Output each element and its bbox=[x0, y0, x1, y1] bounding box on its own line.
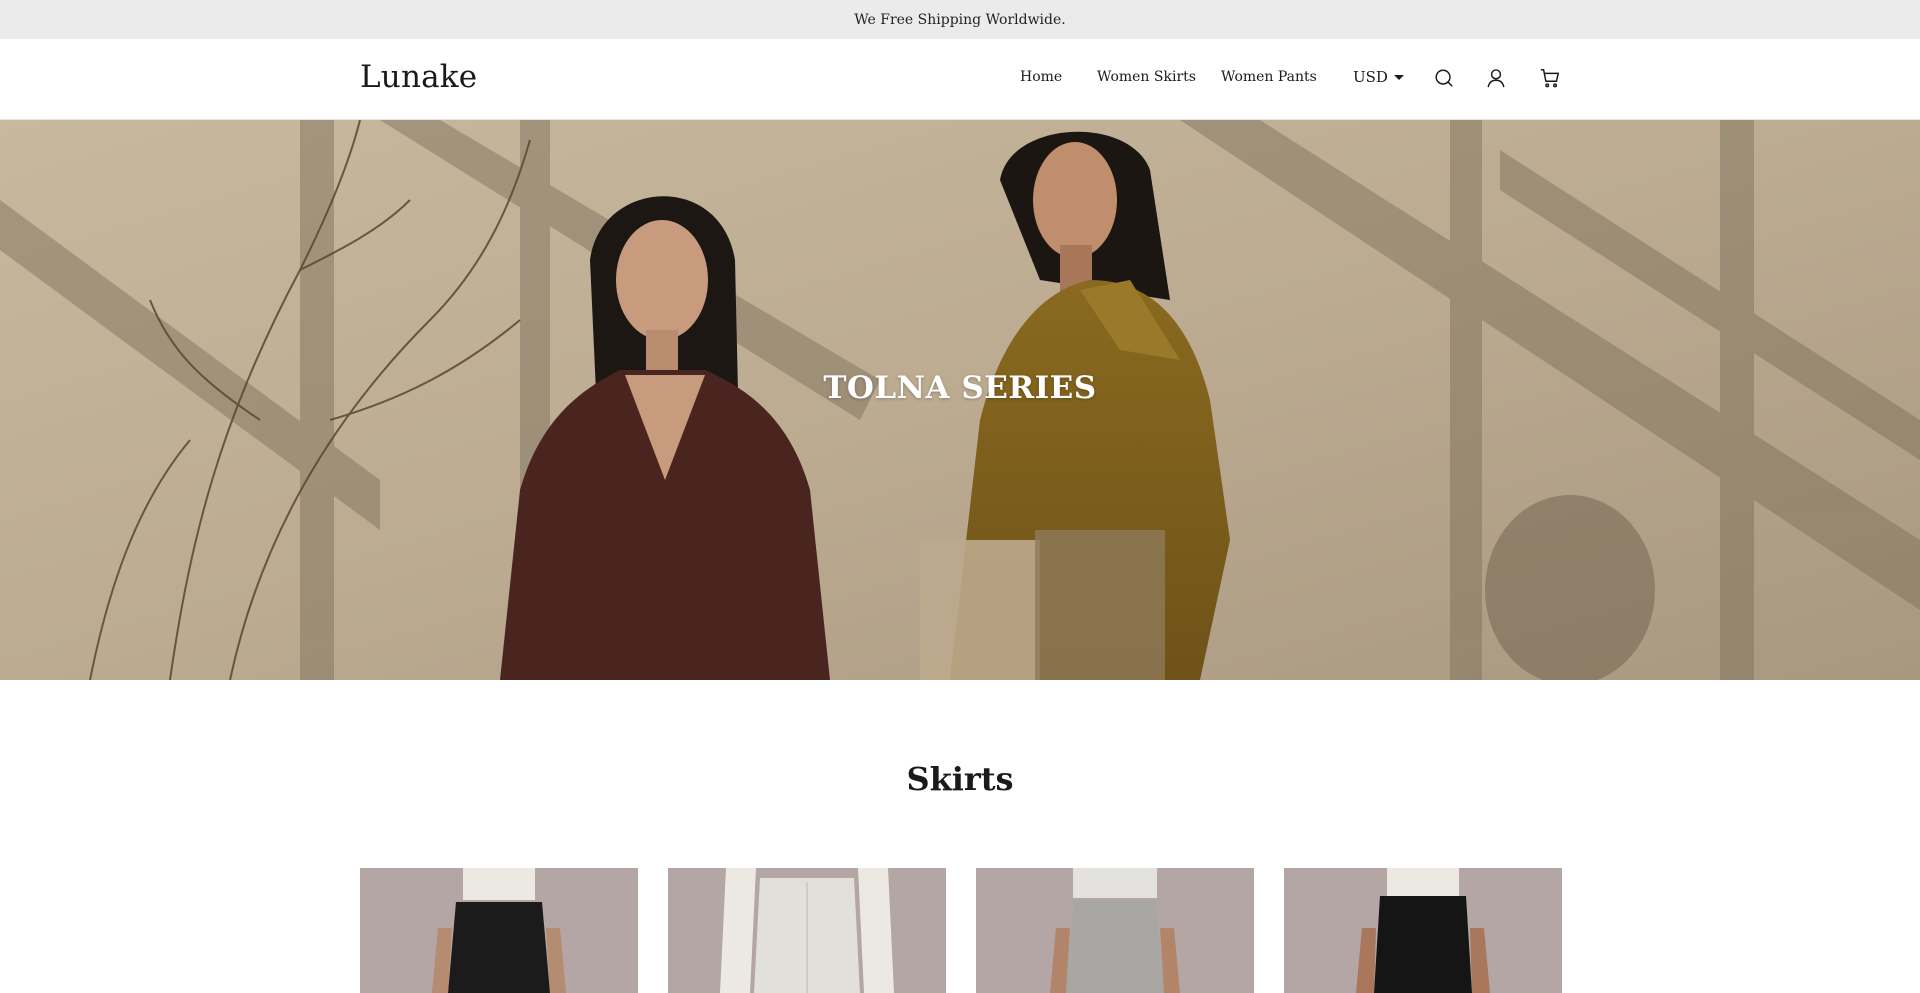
announcement-bar: We Free Shipping Worldwide. bbox=[0, 0, 1920, 39]
currency-value: USD bbox=[1353, 68, 1388, 86]
search-button[interactable] bbox=[1432, 66, 1456, 90]
product-image bbox=[976, 868, 1254, 993]
cart-button[interactable] bbox=[1538, 66, 1562, 90]
site-header: Lunake Home Women Skirts Women Pants USD bbox=[0, 39, 1920, 120]
product-card[interactable] bbox=[976, 868, 1254, 993]
chevron-down-icon bbox=[1393, 75, 1404, 80]
product-image bbox=[1284, 868, 1562, 993]
product-card[interactable] bbox=[668, 868, 946, 993]
account-icon bbox=[1487, 69, 1505, 88]
product-image bbox=[668, 868, 946, 993]
product-card[interactable] bbox=[1284, 868, 1562, 993]
nav-item-women-pants[interactable]: Women Pants bbox=[1221, 69, 1317, 85]
announcement-text: We Free Shipping Worldwide. bbox=[854, 11, 1066, 28]
product-image bbox=[360, 868, 638, 993]
cart-icon bbox=[1540, 69, 1560, 88]
hero-title: TOLNA SERIES bbox=[823, 370, 1097, 406]
nav-item-home[interactable]: Home bbox=[1020, 69, 1062, 85]
currency-selector[interactable]: USD bbox=[1353, 68, 1404, 86]
store-logo[interactable]: Lunake bbox=[360, 59, 477, 95]
collection-title: Skirts bbox=[906, 760, 1014, 798]
product-card[interactable] bbox=[360, 868, 638, 993]
hero-banner[interactable]: TOLNA SERIES bbox=[0, 120, 1920, 680]
search-icon bbox=[1435, 69, 1453, 87]
account-button[interactable] bbox=[1484, 66, 1508, 90]
nav-item-women-skirts[interactable]: Women Skirts bbox=[1097, 69, 1196, 85]
product-grid bbox=[360, 868, 1562, 993]
